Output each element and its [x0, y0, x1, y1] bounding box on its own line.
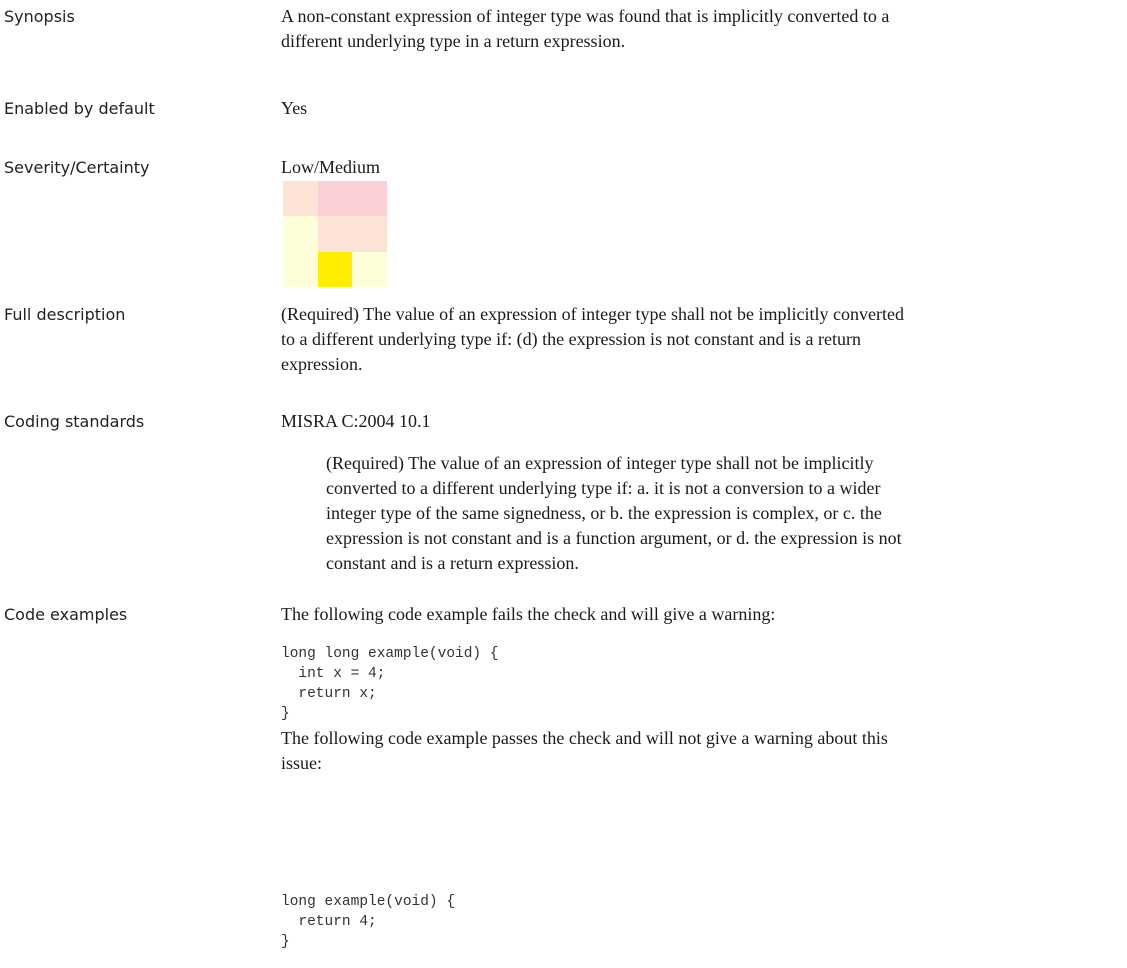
matrix-cell-r2-c2 — [317, 216, 353, 252]
matrix-cell-r3-c1 — [283, 251, 318, 287]
coding-standards-label: Coding standards — [4, 412, 145, 431]
pass-intro-line: issue: — [281, 753, 323, 773]
coding-standard-line: constant and is a return expression. — [326, 553, 579, 573]
code-line: return x; — [281, 686, 377, 702]
pass-intro-line: The following code example passes the ch… — [281, 728, 888, 748]
pass-example-intro: The following code example passes the ch… — [281, 726, 888, 776]
synopsis-label: Synopsis — [4, 7, 75, 26]
matrix-cell-r3-c2 — [317, 251, 353, 287]
pass-code-example: long example(void) { return 4;} — [281, 892, 455, 952]
coding-standard-name: MISRA C:2004 10.1 — [281, 411, 431, 431]
matrix-cell-r3-c3 — [352, 251, 387, 287]
severity-label: Severity/Certainty — [4, 158, 150, 177]
matrix-cell-r1-c1 — [283, 181, 318, 217]
coding-standard-line: expression is not constant and is a func… — [326, 528, 902, 548]
code-line: int x = 4; — [281, 666, 386, 682]
synopsis-line: different underlying type in a return ex… — [281, 31, 626, 51]
synopsis-text: A non-constant expression of integer typ… — [281, 4, 889, 54]
full-description-line: to a different underlying type if: (d) t… — [281, 329, 862, 349]
synopsis-line: A non-constant expression of integer typ… — [281, 6, 890, 26]
code-line: return 4; — [281, 914, 377, 930]
coding-standard-line: converted to a different underlying type… — [326, 478, 881, 498]
matrix-cell-r1-c2 — [317, 181, 353, 217]
full-description-line: expression. — [281, 354, 363, 374]
severity-certainty-matrix — [283, 181, 387, 287]
matrix-cell-r2-c1 — [283, 216, 318, 252]
enabled-label: Enabled by default — [4, 99, 155, 118]
fail-example-intro: The following code example fails the che… — [281, 604, 776, 624]
full-description-line: (Required) The value of an expression of… — [281, 304, 904, 324]
full-description-label: Full description — [4, 305, 126, 324]
matrix-cell-r1-c3 — [352, 181, 387, 217]
matrix-cell-r2-c3 — [352, 216, 387, 252]
code-line: } — [281, 706, 290, 722]
fail-code-example: long long example(void) { int x = 4; ret… — [281, 644, 499, 724]
coding-standard-text: (Required) The value of an expression of… — [326, 451, 1120, 576]
severity-value: Low/Medium — [281, 157, 380, 177]
code-line: } — [281, 934, 290, 950]
coding-standard-line: integer type of the same signedness, or … — [326, 503, 882, 523]
code-examples-label: Code examples — [4, 605, 128, 624]
full-description-text: (Required) The value of an expression of… — [281, 302, 904, 377]
coding-standard-line: (Required) The value of an expression of… — [326, 453, 874, 473]
code-line: long long example(void) { — [281, 646, 499, 662]
code-line: long example(void) { — [281, 894, 456, 910]
enabled-value: Yes — [281, 98, 308, 118]
